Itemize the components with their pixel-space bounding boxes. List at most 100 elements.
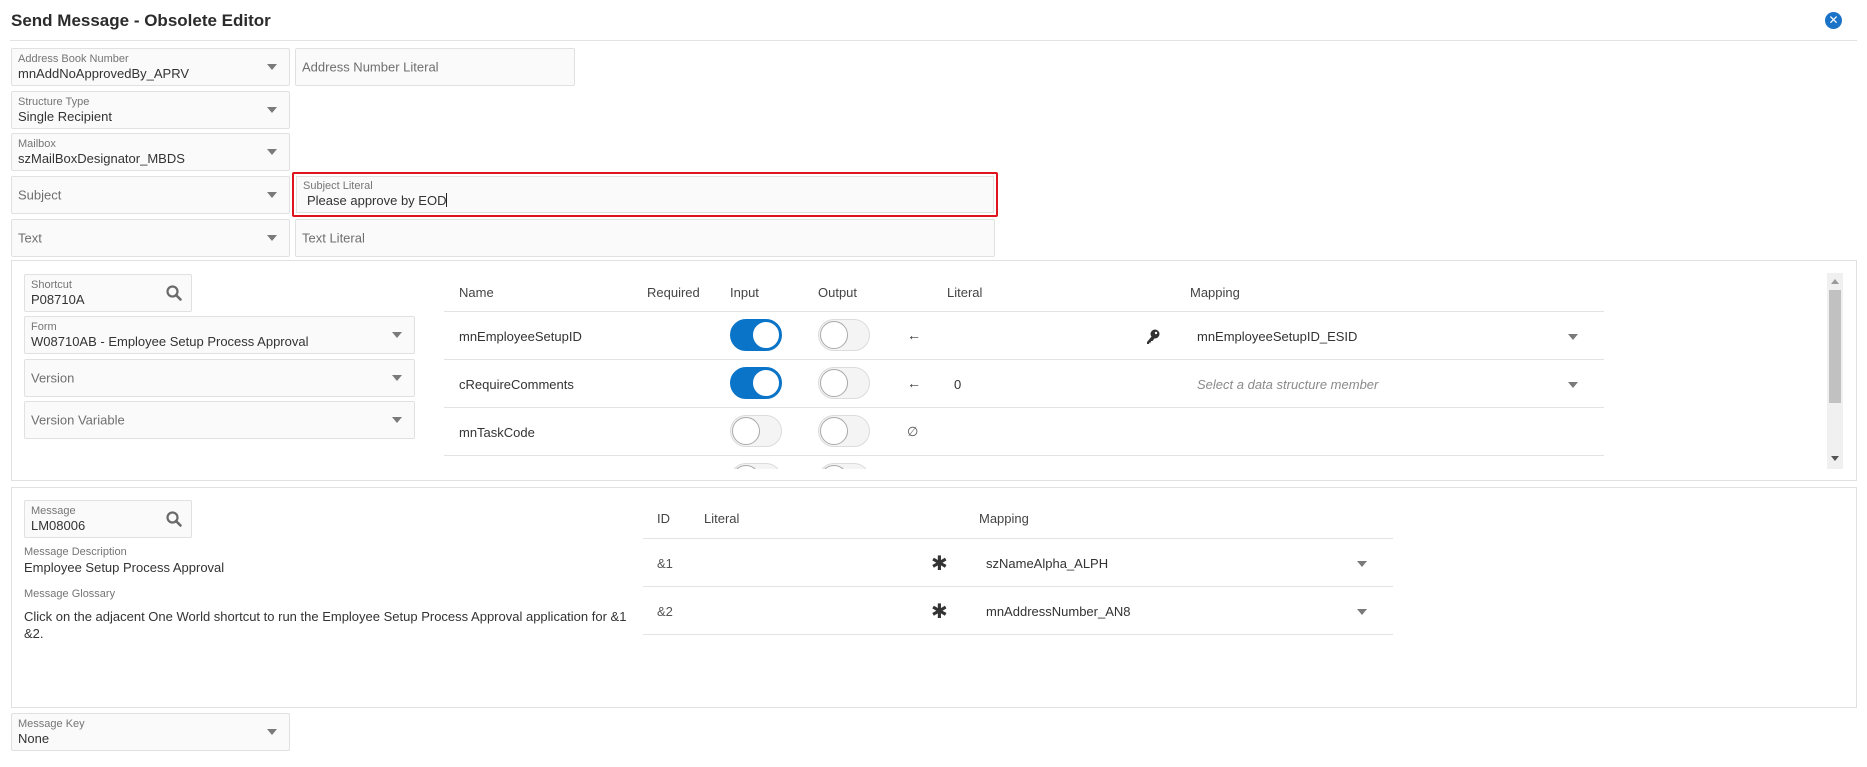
version-select[interactable]: Version	[24, 359, 415, 397]
field-placeholder: Text Literal	[302, 230, 365, 246]
chevron-down-icon[interactable]	[1568, 382, 1578, 388]
field-value: Please approve by EOD	[307, 193, 448, 208]
field-value: P08710A	[31, 292, 85, 307]
scroll-down-icon[interactable]	[1831, 456, 1839, 461]
field-label: Subject Literal	[303, 180, 373, 192]
asterisk-icon: ✱	[931, 553, 948, 575]
text-cursor	[446, 193, 448, 207]
field-label: Address Book Number	[18, 53, 129, 65]
message-glossary-label: Message Glossary	[24, 588, 116, 600]
address-book-number-select[interactable]: Address Book Number mnAddNoApprovedBy_AP…	[11, 48, 290, 86]
toggle-knob	[752, 369, 780, 397]
chevron-down-icon	[392, 417, 402, 423]
output-toggle[interactable]	[818, 367, 870, 399]
scrollbar[interactable]	[1827, 273, 1843, 469]
row-divider	[643, 538, 1393, 539]
mailbox-select[interactable]: Mailbox szMailBoxDesignator_MBDS	[11, 133, 290, 171]
close-icon[interactable]: ✕	[1825, 12, 1842, 29]
field-label: Mailbox	[18, 138, 56, 150]
asterisk-icon: ✱	[931, 601, 948, 623]
row-divider	[444, 455, 1604, 456]
row-divider	[444, 359, 1604, 360]
search-icon[interactable]	[165, 284, 183, 302]
column-header-input: Input	[730, 285, 759, 300]
message-description-value: Employee Setup Process Approval	[24, 560, 225, 575]
subject-select[interactable]: Subject	[11, 176, 290, 214]
chevron-down-icon[interactable]	[1357, 609, 1367, 615]
message-description-label: Message Description	[24, 546, 127, 558]
chevron-down-icon	[267, 64, 277, 70]
message-param-id: &2	[657, 604, 673, 619]
field-label: Message	[31, 505, 76, 517]
mapping-value[interactable]: szNameAlpha_ALPH	[986, 556, 1108, 571]
scroll-up-icon[interactable]	[1831, 279, 1839, 284]
toggle-knob	[820, 369, 848, 397]
chevron-down-icon	[267, 192, 277, 198]
field-placeholder: Subject	[18, 187, 62, 203]
field-value: szMailBoxDesignator_MBDS	[18, 151, 185, 166]
field-placeholder: Address Number Literal	[302, 59, 439, 75]
literal-value[interactable]: 0	[954, 377, 961, 392]
field-value: W08710AB - Employee Setup Process Approv…	[31, 334, 309, 349]
chevron-down-icon[interactable]	[1568, 334, 1578, 340]
title-divider	[10, 40, 1857, 41]
input-toggle[interactable]	[730, 367, 782, 399]
message-input[interactable]: Message LM08006	[24, 500, 192, 538]
key-icon	[1147, 329, 1160, 344]
input-toggle[interactable]	[730, 415, 782, 447]
output-toggle[interactable]	[818, 463, 870, 469]
toggle-knob	[752, 321, 780, 349]
field-label: Form	[31, 321, 57, 333]
parameters-table-body: mnEmployeeSetupID ← mnEmployeeSetupID_ES…	[444, 311, 1604, 469]
column-header-literal: Literal	[704, 511, 740, 526]
field-value: None	[18, 731, 50, 746]
param-name: mnTaskCode	[459, 425, 535, 440]
row-divider	[643, 586, 1393, 587]
input-toggle[interactable]	[730, 319, 782, 351]
chevron-down-icon	[267, 235, 277, 241]
field-label: Shortcut	[31, 279, 72, 291]
param-name: cRequireComments	[459, 377, 574, 392]
toggle-knob	[732, 465, 760, 469]
toggle-knob	[820, 465, 848, 469]
column-header-mapping: Mapping	[1190, 285, 1240, 300]
structure-type-select[interactable]: Structure Type Single Recipient	[11, 91, 290, 129]
column-header-name: Name	[459, 285, 494, 300]
column-header-literal: Literal	[947, 285, 983, 300]
text-select[interactable]: Text	[11, 219, 290, 257]
row-divider	[444, 311, 1604, 312]
message-glossary-value: Click on the adjacent One World shortcut…	[24, 609, 627, 641]
null-icon: ∅	[907, 424, 919, 439]
subject-literal-text: Please approve by EOD	[307, 193, 447, 208]
shortcut-input[interactable]: Shortcut P08710A	[24, 274, 192, 312]
output-toggle[interactable]	[818, 415, 870, 447]
scroll-thumb[interactable]	[1829, 290, 1841, 403]
row-divider	[444, 407, 1604, 408]
subject-literal-inner: Subject Literal Please approve by EOD	[296, 176, 994, 213]
column-header-output: Output	[818, 285, 858, 300]
field-value: mnAddNoApprovedBy_APRV	[18, 66, 190, 81]
row-divider	[643, 634, 1393, 635]
mapping-value[interactable]: Select a data structure member	[1197, 377, 1378, 392]
message-key-select[interactable]: Message Key None	[11, 713, 290, 751]
output-toggle[interactable]	[818, 319, 870, 351]
toggle-knob	[820, 417, 848, 445]
param-name: mnEmployeeSetupID	[459, 329, 582, 344]
field-placeholder: Version	[31, 370, 75, 386]
chevron-down-icon	[392, 332, 402, 338]
mapping-value[interactable]: mnEmployeeSetupID_ESID	[1197, 329, 1357, 344]
message-param-id: &1	[657, 556, 673, 571]
text-literal-input[interactable]: Text Literal	[295, 219, 995, 257]
search-icon[interactable]	[165, 510, 183, 528]
subject-literal-input[interactable]: Subject Literal Please approve by EOD	[292, 172, 998, 217]
arrow-left-icon: ←	[907, 327, 921, 343]
toggle-knob	[732, 417, 760, 445]
input-toggle[interactable]	[730, 463, 782, 469]
address-number-literal-input[interactable]: Address Number Literal	[295, 48, 575, 86]
field-placeholder: Text	[18, 230, 42, 246]
form-select[interactable]: Form W08710AB - Employee Setup Process A…	[24, 316, 415, 354]
version-variable-select[interactable]: Version Variable	[24, 401, 415, 439]
chevron-down-icon	[267, 149, 277, 155]
mapping-value[interactable]: mnAddressNumber_AN8	[986, 604, 1131, 619]
chevron-down-icon[interactable]	[1357, 561, 1367, 567]
